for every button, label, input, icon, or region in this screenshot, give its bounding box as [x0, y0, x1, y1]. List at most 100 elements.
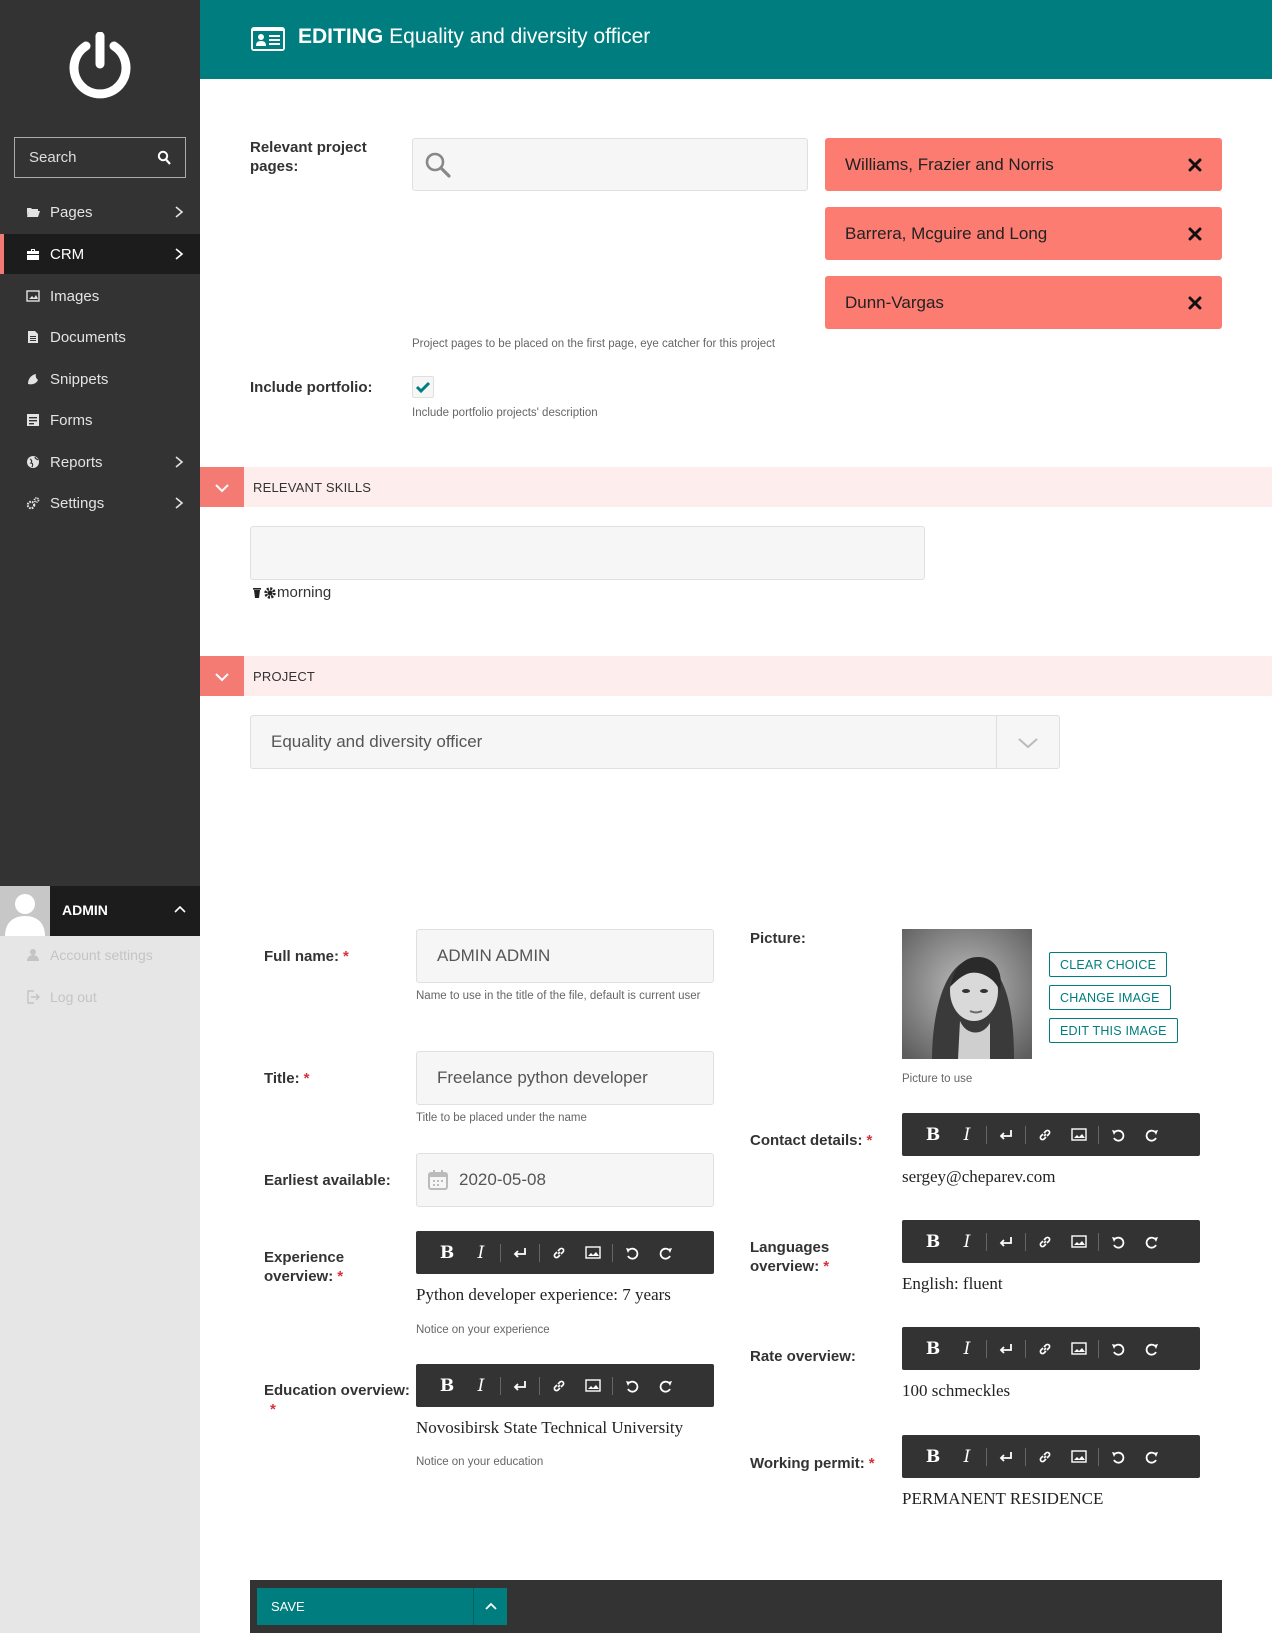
undo-button[interactable] — [1101, 1220, 1135, 1263]
image-button[interactable] — [1062, 1435, 1096, 1478]
italic-button[interactable]: I — [464, 1364, 498, 1407]
bold-button[interactable]: B — [916, 1327, 950, 1370]
image-button[interactable] — [576, 1231, 610, 1274]
toolbar-separator — [1098, 1125, 1099, 1144]
required-marker: * — [343, 948, 349, 965]
include-portfolio-checkbox[interactable] — [412, 376, 434, 398]
change-image-button[interactable]: CHANGE IMAGE — [1049, 985, 1171, 1010]
sidebar-item-forms[interactable]: Forms — [0, 400, 200, 440]
sidebar-item-pages[interactable]: Pages — [0, 192, 200, 232]
undo-icon — [626, 1247, 639, 1260]
search-input[interactable]: Search — [14, 137, 186, 178]
title-input[interactable]: Freelance python developer — [416, 1051, 714, 1105]
italic-button[interactable]: I — [950, 1113, 984, 1156]
remove-icon[interactable] — [1188, 227, 1202, 241]
section-collapse-toggle[interactable] — [200, 656, 244, 696]
briefcase-icon — [27, 249, 39, 260]
link-button[interactable] — [1028, 1220, 1062, 1263]
sidebar-item-snippets[interactable]: Snippets — [0, 359, 200, 399]
line-break-button[interactable] — [989, 1220, 1023, 1263]
clear-choice-button[interactable]: CLEAR CHOICE — [1049, 952, 1168, 977]
experience-editor-content[interactable]: Python developer experience: 7 years — [416, 1285, 671, 1305]
link-button[interactable] — [1028, 1113, 1062, 1156]
full-name-label-text: Full name: — [264, 948, 340, 965]
sidebar-item-documents[interactable]: Documents — [0, 317, 200, 357]
redo-button[interactable] — [1135, 1113, 1169, 1156]
earliest-available-input[interactable]: 2020-05-08 — [416, 1153, 714, 1207]
image-button[interactable] — [1062, 1327, 1096, 1370]
project-select[interactable]: Equality and diversity officer — [250, 715, 1060, 769]
title-help: Title to be placed under the name — [416, 1112, 587, 1124]
save-button[interactable]: SAVE — [257, 1588, 473, 1625]
sidebar-item-settings[interactable]: Settings — [0, 483, 200, 523]
link-icon — [1039, 1343, 1051, 1354]
logout-link[interactable]: Log out — [26, 989, 97, 1005]
undo-button[interactable] — [1101, 1327, 1135, 1370]
redo-button[interactable] — [1135, 1220, 1169, 1263]
contact-editor-content[interactable]: sergey@cheparev.com — [902, 1167, 1055, 1187]
bold-button[interactable]: B — [916, 1435, 950, 1478]
line-break-button[interactable] — [989, 1435, 1023, 1478]
line-break-button[interactable] — [503, 1364, 537, 1407]
link-button[interactable] — [1028, 1435, 1062, 1478]
user-menu-toggle[interactable]: ADMIN — [0, 886, 200, 936]
image-button[interactable] — [1062, 1220, 1096, 1263]
remove-icon[interactable] — [1188, 158, 1202, 172]
image-button[interactable] — [576, 1364, 610, 1407]
sidebar-item-crm[interactable]: CRM — [0, 234, 200, 274]
italic-button[interactable]: I — [950, 1220, 984, 1263]
search-icon[interactable] — [157, 150, 171, 166]
bold-button[interactable]: B — [916, 1220, 950, 1263]
account-settings-link[interactable]: Account settings — [26, 947, 153, 963]
italic-button[interactable]: I — [950, 1327, 984, 1370]
link-icon — [1039, 1129, 1051, 1140]
sidebar-item-images[interactable]: Images — [0, 276, 200, 316]
redo-button[interactable] — [1135, 1327, 1169, 1370]
link-button[interactable] — [1028, 1327, 1062, 1370]
gear-icon[interactable] — [263, 586, 277, 600]
undo-button[interactable] — [1101, 1113, 1135, 1156]
redo-button[interactable] — [1135, 1435, 1169, 1478]
line-break-button[interactable] — [989, 1327, 1023, 1370]
chevron-up-icon — [174, 905, 186, 913]
full-name-input[interactable]: ADMIN ADMIN — [416, 929, 714, 983]
bold-button[interactable]: B — [430, 1231, 464, 1274]
remove-icon[interactable] — [1188, 296, 1202, 310]
undo-button[interactable] — [615, 1231, 649, 1274]
bold-button[interactable]: B — [430, 1364, 464, 1407]
calendar-icon[interactable] — [427, 1169, 449, 1191]
skills-input[interactable] — [250, 526, 925, 580]
line-break-button[interactable] — [503, 1231, 537, 1274]
languages-editor-content[interactable]: English: fluent — [902, 1274, 1003, 1294]
permit-editor-content[interactable]: PERMANENT RESIDENCE — [902, 1489, 1103, 1509]
link-button[interactable] — [542, 1231, 576, 1274]
italic-button[interactable]: I — [464, 1231, 498, 1274]
edit-image-button[interactable]: EDIT THIS IMAGE — [1049, 1018, 1178, 1043]
redo-button[interactable] — [649, 1231, 683, 1274]
undo-icon — [1112, 1451, 1125, 1464]
skill-item: morning — [252, 584, 331, 601]
education-help: Notice on your education — [416, 1456, 544, 1468]
section-collapse-toggle[interactable] — [200, 467, 244, 507]
id-card-icon — [251, 27, 285, 51]
image-button[interactable] — [1062, 1113, 1096, 1156]
education-editor-content[interactable]: Novosibirsk State Technical University — [416, 1418, 683, 1438]
link-button[interactable] — [542, 1364, 576, 1407]
undo-button[interactable] — [615, 1364, 649, 1407]
title-label: Title: * — [264, 1069, 309, 1088]
return-icon — [999, 1236, 1012, 1247]
sidebar-item-label: Images — [50, 287, 100, 305]
trash-icon[interactable] — [252, 587, 262, 599]
line-break-button[interactable] — [989, 1113, 1023, 1156]
redo-button[interactable] — [649, 1364, 683, 1407]
redo-icon — [1145, 1236, 1158, 1249]
project-pages-search-input[interactable] — [412, 138, 808, 191]
save-more-toggle[interactable] — [473, 1588, 507, 1625]
toolbar-separator — [1025, 1232, 1026, 1251]
italic-button[interactable]: I — [950, 1435, 984, 1478]
rate-editor-content[interactable]: 100 schmeckles — [902, 1381, 1010, 1401]
undo-button[interactable] — [1101, 1435, 1135, 1478]
power-logo-icon[interactable] — [68, 32, 132, 100]
bold-button[interactable]: B — [916, 1113, 950, 1156]
sidebar-item-reports[interactable]: Reports — [0, 442, 200, 482]
